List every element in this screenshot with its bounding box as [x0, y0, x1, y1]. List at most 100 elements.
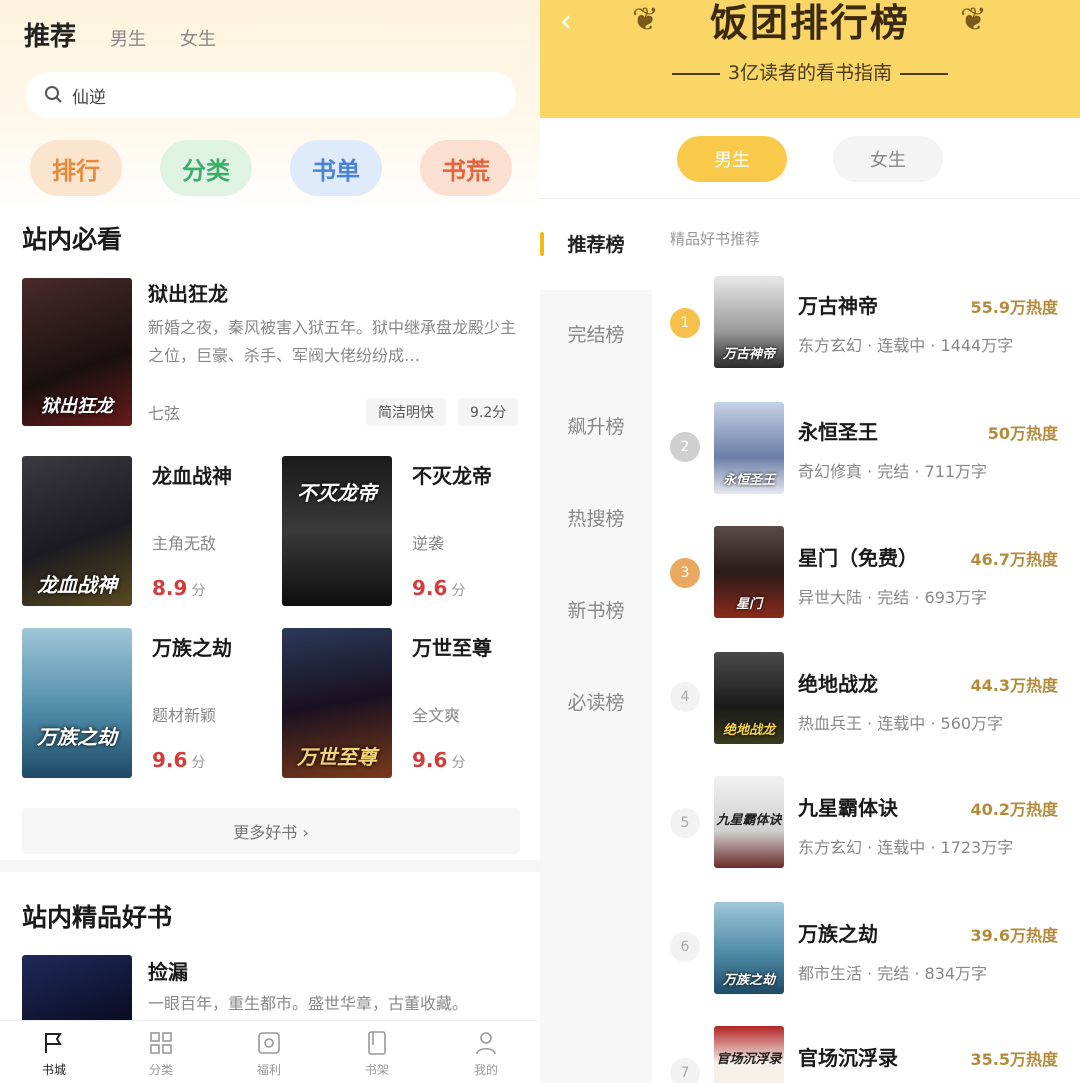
tab-male[interactable]: 男生: [677, 136, 787, 182]
nav-bookshelf[interactable]: 书架: [337, 1029, 417, 1078]
score-unit: 分: [191, 583, 206, 599]
book-description: 一眼百年，重生都市。盛世华章，古董收藏。: [148, 994, 469, 1013]
nav-bookstore[interactable]: 书城: [14, 1029, 94, 1078]
book-title[interactable]: 万族之劫: [152, 632, 232, 661]
score-unit: 分: [451, 755, 466, 771]
book-tag: 全文爽: [412, 706, 461, 725]
book-meta: 都市生活 · 完结 · 834万字: [798, 964, 988, 983]
nav-label: 我的: [473, 1063, 498, 1077]
tab-recommend[interactable]: 推荐: [24, 16, 76, 53]
book-cover[interactable]: 官场沉浮录: [714, 1026, 784, 1083]
page-subtitle: 3亿读者的看书指南: [540, 58, 1080, 85]
book-title[interactable]: 官场沉浮录: [798, 1042, 898, 1071]
book-cover[interactable]: 龙血战神: [22, 456, 132, 606]
book-title[interactable]: 万古神帝: [798, 290, 878, 319]
rank-badge: 7: [670, 1058, 700, 1083]
sidebar-item-must-read[interactable]: 必读榜: [540, 688, 652, 715]
sidebar-item-completed[interactable]: 完结榜: [540, 320, 652, 347]
book-heat: 44.3万热度: [970, 676, 1058, 695]
sidebar-item-rising[interactable]: 飙升榜: [540, 412, 652, 439]
bookstore-screen: 推荐 男生 女生 仙逆 排行 分类 书单 书荒 站内必看 狱出狂龙 狱出狂龙 新…: [0, 0, 540, 1083]
book-cover[interactable]: 万族之劫: [714, 902, 784, 994]
nav-category[interactable]: 分类: [121, 1029, 201, 1078]
book-title[interactable]: 九星霸体诀: [798, 792, 898, 821]
book-cover[interactable]: 万古神帝: [714, 276, 784, 368]
gift-icon: [258, 1032, 280, 1054]
book-title[interactable]: 龙血战神: [152, 460, 232, 489]
book-cover[interactable]: 不灭龙帝: [282, 456, 392, 606]
nav-label: 书城: [41, 1063, 66, 1077]
book-title[interactable]: 万族之劫: [798, 918, 878, 947]
book-title[interactable]: 永恒圣王: [798, 416, 878, 445]
tab-female[interactable]: 女生: [180, 25, 216, 51]
book-title[interactable]: 绝地战龙: [798, 668, 878, 697]
book-tag: 主角无敌: [152, 534, 217, 553]
book-title[interactable]: 狱出狂龙: [148, 278, 228, 307]
bottom-nav: 书城 分类 福利 书架 我的: [0, 1020, 540, 1083]
ranking-sidebar: 推荐榜 完结榜 飙升榜 热搜榜 新书榜 必读榜: [540, 200, 652, 1083]
book-tag: 逆袭: [412, 534, 445, 553]
category-button[interactable]: 分类: [160, 140, 252, 196]
sidebar-item-recommend[interactable]: 推荐榜: [540, 200, 652, 290]
sidebar-active-indicator: [540, 232, 544, 256]
book-cover[interactable]: 九星霸体诀: [714, 776, 784, 868]
section-title-premium: 站内精品好书: [22, 903, 173, 932]
ranking-screen: ‹ ❦ ❦ 饭团排行榜 3亿读者的看书指南 男生 女生 推荐榜 完结榜 飙升榜 …: [540, 0, 1080, 1083]
search-text: 仙逆: [72, 87, 106, 108]
search-icon: [45, 86, 62, 103]
cover-title: 九星霸体诀: [716, 813, 782, 828]
book-score: 9.2分: [458, 398, 519, 426]
nav-welfare[interactable]: 福利: [229, 1029, 309, 1078]
book-score: 9.6 分: [152, 748, 205, 772]
grid-icon: [150, 1032, 172, 1054]
book-shortage-button[interactable]: 书荒: [420, 140, 512, 196]
book-meta: 热血兵王 · 连载中 · 560万字: [798, 714, 1004, 733]
search-input[interactable]: 仙逆: [26, 72, 516, 118]
ranking-button[interactable]: 排行: [30, 140, 122, 196]
book-heat: 40.2万热度: [970, 800, 1058, 819]
book-tag: 题材新颖: [152, 706, 217, 725]
book-cover[interactable]: 万世至尊: [282, 628, 392, 778]
rank-badge: 2: [670, 432, 700, 462]
book-title[interactable]: 星门（免费）: [798, 542, 918, 571]
rank-badge: 5: [670, 808, 700, 838]
cover-title: 万族之劫: [37, 725, 117, 749]
tab-male[interactable]: 男生: [110, 25, 146, 51]
user-icon: [476, 1032, 496, 1055]
cover-title: 永恒圣王: [722, 473, 775, 488]
book-heat: 35.5万热度: [970, 1050, 1058, 1069]
rank-badge: 3: [670, 558, 700, 588]
cover-title: 万世至尊: [297, 745, 377, 769]
book-heat: 39.6万热度: [970, 926, 1058, 945]
book-cover[interactable]: [22, 955, 132, 1025]
score-value: 8.9: [152, 576, 188, 600]
book-score: 8.9 分: [152, 576, 205, 600]
book-heat: 55.9万热度: [970, 298, 1058, 317]
book-cover[interactable]: 绝地战龙: [714, 652, 784, 744]
ranking-header: ‹ ❦ ❦ 饭团排行榜 3亿读者的看书指南: [540, 0, 1080, 118]
sidebar-item-new[interactable]: 新书榜: [540, 596, 652, 623]
cover-title: 万族之劫: [722, 973, 775, 988]
book-tag: 简洁明快: [366, 398, 446, 426]
book-cover[interactable]: 永恒圣王: [714, 402, 784, 494]
book-title[interactable]: 万世至尊: [412, 632, 492, 661]
cover-title: 狱出狂龙: [41, 396, 113, 417]
book-cover[interactable]: 星门: [714, 526, 784, 618]
sidebar-item-hot-search[interactable]: 热搜榜: [540, 504, 652, 531]
book-score: 9.6 分: [412, 748, 465, 772]
book-author: 七弦: [148, 404, 181, 423]
tab-female[interactable]: 女生: [833, 136, 943, 182]
score-value: 9.6: [152, 748, 188, 772]
nav-profile[interactable]: 我的: [446, 1029, 526, 1078]
book-meta: 奇幻修真 · 完结 · 711万字: [798, 462, 988, 481]
score-unit: 分: [451, 583, 466, 599]
cover-title: 绝地战龙: [722, 723, 775, 738]
nav-label: 分类: [148, 1063, 173, 1077]
book-cover[interactable]: 万族之劫: [22, 628, 132, 778]
book-title[interactable]: 不灭龙帝: [412, 460, 492, 489]
book-cover[interactable]: 狱出狂龙: [22, 278, 132, 426]
more-books-button[interactable]: 更多好书 ›: [22, 808, 520, 854]
book-title[interactable]: 捡漏: [148, 956, 188, 985]
page-title: 饭团排行榜: [709, 1, 910, 45]
booklist-button[interactable]: 书单: [290, 140, 382, 196]
